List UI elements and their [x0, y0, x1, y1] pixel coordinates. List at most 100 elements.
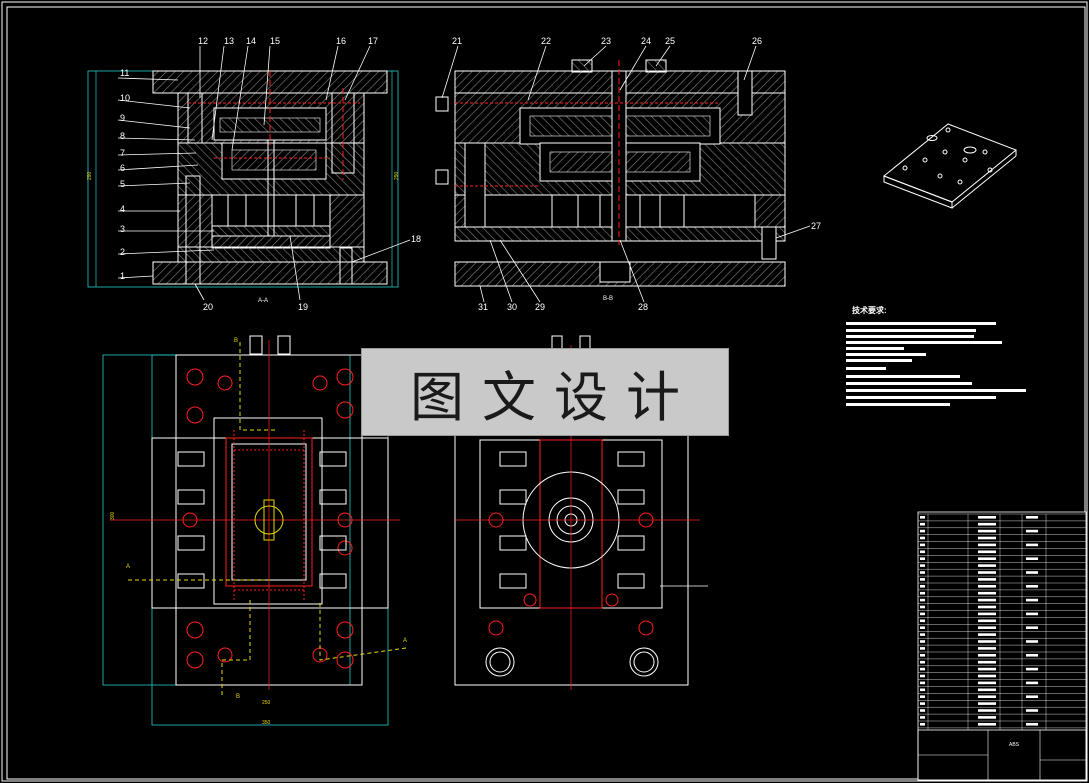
bom-cell	[978, 667, 996, 671]
bom-cell	[978, 578, 996, 581]
callout-15: 15	[270, 36, 280, 46]
bom-cell	[978, 647, 996, 650]
bom-cell	[920, 543, 925, 547]
callout-30: 30	[507, 302, 517, 312]
dimension-height-b: 290	[394, 171, 400, 180]
callout-2: 2	[120, 247, 125, 257]
bom-cell	[920, 626, 925, 629]
bom-cell	[978, 516, 996, 519]
bom-cell	[920, 557, 925, 560]
bom-cell	[978, 626, 996, 629]
bom-cell	[978, 660, 996, 664]
bom-cell	[978, 585, 996, 588]
title-block-material: ABS	[1009, 742, 1020, 748]
bom-cell	[978, 709, 996, 712]
bom-cell	[920, 709, 925, 712]
bom-cell	[920, 550, 925, 554]
callout-5: 5	[120, 179, 125, 189]
bom-cell	[1026, 695, 1038, 698]
callout-7: 7	[120, 148, 125, 158]
bom-cell	[920, 598, 925, 602]
bom-cell	[978, 564, 996, 567]
bom-cell	[978, 674, 996, 678]
bom-cell	[978, 619, 996, 623]
bom-cell	[1026, 626, 1038, 629]
bom-cell	[920, 536, 925, 540]
callout-20: 20	[203, 302, 213, 312]
bom-cell	[920, 695, 925, 698]
bom-cell	[978, 605, 996, 609]
callout-3: 3	[120, 224, 125, 234]
callout-31: 31	[478, 302, 488, 312]
bom-cell	[978, 550, 996, 554]
callout-29: 29	[535, 302, 545, 312]
watermark-banner: 图文设计	[361, 348, 729, 436]
bom-cell	[920, 640, 925, 643]
callout-4: 4	[120, 204, 125, 214]
bom-cell	[1026, 516, 1038, 519]
bom-cell	[920, 522, 925, 526]
callout-13: 13	[224, 36, 234, 46]
callout-8: 8	[120, 131, 125, 141]
marker-a-right: A	[403, 638, 407, 644]
bom-cell	[920, 654, 925, 657]
bill-of-materials: ABS	[917, 511, 1087, 781]
bom-cell	[1026, 585, 1038, 588]
dimension-outer-width-plan: 350	[262, 720, 271, 726]
tech-requirements-title: 技术要求:	[852, 305, 887, 315]
bom-cell	[1026, 654, 1038, 657]
bom-cell	[920, 619, 925, 623]
marker-a-left: A	[126, 564, 130, 570]
bom-cell	[1026, 557, 1038, 560]
bom-cell	[920, 612, 925, 616]
bom-cell	[978, 612, 996, 616]
bom-cell	[920, 647, 925, 650]
bom-cell	[920, 723, 925, 726]
bom-cell	[1026, 543, 1038, 547]
dimension-depth-plan: 300	[110, 511, 116, 520]
bom-cell	[920, 529, 925, 533]
bom-cell	[1026, 723, 1038, 726]
bom-cell	[920, 716, 925, 719]
callout-26: 26	[752, 36, 762, 46]
bom-cell	[978, 633, 996, 636]
bom-cell	[978, 571, 996, 574]
callout-11-top: 11	[120, 68, 129, 78]
bom-cell	[978, 598, 996, 602]
bom-cell	[978, 716, 996, 719]
callout-23: 23	[601, 36, 611, 46]
section-label-b: B-B	[603, 296, 613, 302]
marker-b-top: B	[234, 338, 238, 344]
bom-cell	[978, 681, 996, 685]
bom-cell	[1026, 529, 1038, 533]
bom-cell	[920, 660, 925, 664]
callout-25: 25	[665, 36, 675, 46]
bom-cell	[978, 557, 996, 560]
dimension-height-a: 290	[87, 171, 93, 180]
bom-cell	[1026, 709, 1038, 712]
bom-cell	[920, 578, 925, 581]
callout-19: 19	[298, 302, 308, 312]
isometric-part-view	[883, 123, 1017, 209]
bom-cell	[978, 536, 996, 540]
bom-cell	[920, 633, 925, 636]
bom-cell	[920, 702, 925, 705]
bom-cell	[978, 640, 996, 643]
bom-cell	[978, 522, 996, 526]
bom-cell	[1026, 667, 1038, 671]
bom-cell	[978, 695, 996, 698]
callout-6: 6	[120, 163, 125, 173]
bom-cell	[1026, 681, 1038, 685]
bom-cell	[920, 564, 925, 567]
dimension-width-plan: 250	[262, 700, 271, 706]
callout-24: 24	[641, 36, 651, 46]
bom-cell	[978, 702, 996, 705]
bom-cell	[920, 667, 925, 671]
bom-cell	[978, 723, 996, 726]
callout-1: 1	[120, 271, 125, 281]
technical-requirements: 技术要求:	[846, 305, 1026, 406]
watermark-text: 图文设计	[410, 365, 698, 429]
bom-cell	[1026, 598, 1038, 602]
section-b-b-view: B-B	[435, 59, 786, 302]
bom-cell	[1026, 571, 1038, 574]
